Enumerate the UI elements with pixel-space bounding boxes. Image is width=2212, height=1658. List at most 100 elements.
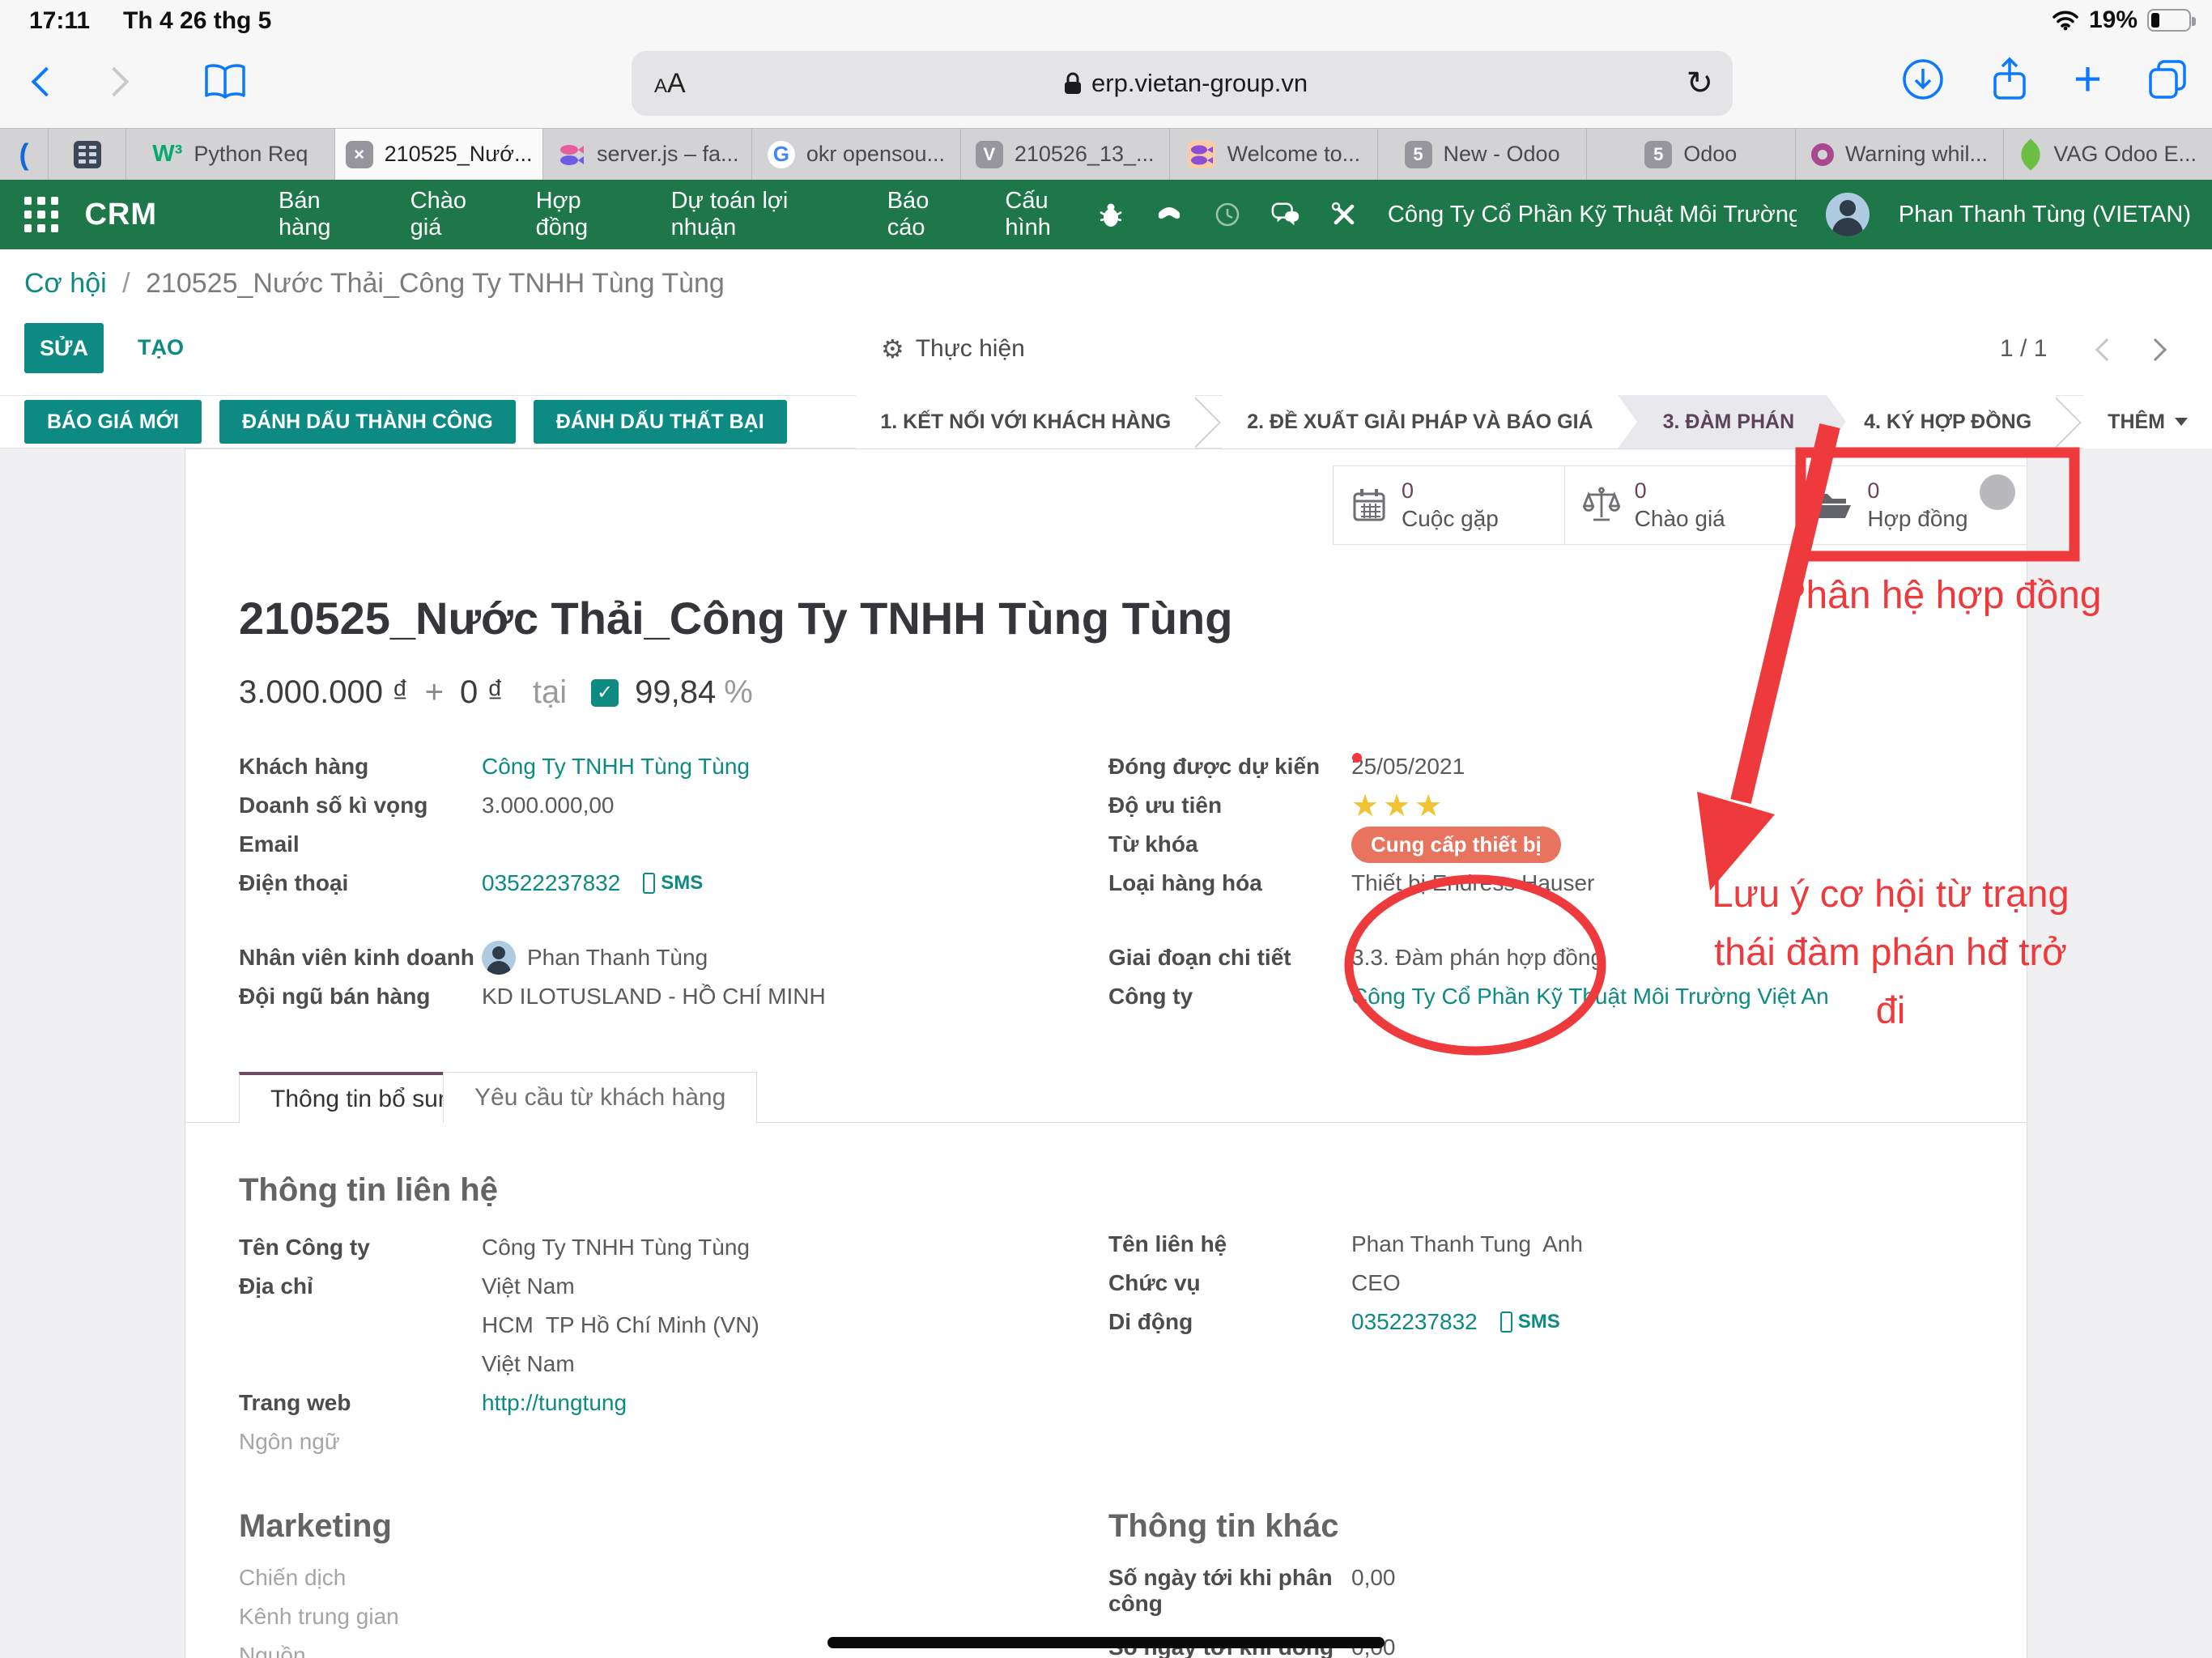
- create-button[interactable]: TẠO: [138, 335, 184, 360]
- tag-pill: Cung cấp thiết bị: [1351, 826, 1561, 863]
- pager-next-icon[interactable]: [2143, 338, 2167, 362]
- tab-overview-icon[interactable]: [2146, 57, 2189, 101]
- menu-hop-dong[interactable]: Hợp đồng: [536, 188, 636, 241]
- field-company-name: Tên Công ty Công Ty TNHH Tùng Tùng: [239, 1228, 1089, 1267]
- tab-label: Odoo: [1683, 142, 1738, 166]
- odoo-navbar: CRM Bán hàng Chào giá Hợp đồng Dự toán l…: [0, 180, 2212, 249]
- phone-icon[interactable]: [1155, 200, 1184, 229]
- breadcrumb-parent-link[interactable]: Cơ hội: [24, 268, 107, 299]
- sms-button[interactable]: SMS: [1499, 1311, 1560, 1333]
- annotation-note-line: Lưu ý cơ hội từ trạng: [1712, 872, 2069, 915]
- browser-tab-serverjs[interactable]: server.js – fa...: [543, 129, 753, 180]
- browser-tab-odoo[interactable]: 5 Odoo: [1587, 129, 1796, 180]
- menu-chao-gia[interactable]: Chào giá: [410, 188, 500, 241]
- forward-button[interactable]: [99, 66, 130, 97]
- customer-link[interactable]: Công Ty TNHH Tùng Tùng: [482, 754, 750, 780]
- mark-lost-button[interactable]: ĐÁNH DẤU THẤT BẠI: [533, 400, 787, 444]
- home-indicator[interactable]: [827, 1637, 1385, 1648]
- bookmarks-icon[interactable]: [202, 62, 248, 104]
- stage-proposal[interactable]: 2. ĐỀ XUẤT GIẢI PHÁP VÀ BÁO GIÁ: [1223, 395, 1618, 449]
- field-label: Ngôn ngữ: [239, 1429, 340, 1454]
- percent-sign: %: [724, 674, 753, 710]
- tab-label: New - Odoo: [1443, 142, 1560, 166]
- browser-tab-vag[interactable]: VAG Odoo E...: [2004, 129, 2212, 180]
- menu-du-toan[interactable]: Dự toán lợi nhuận: [671, 188, 852, 241]
- new-quote-button[interactable]: BÁO GIÁ MỚI: [24, 400, 202, 444]
- probability-check-icon[interactable]: ✓: [591, 678, 619, 707]
- breadcrumb: Cơ hội / 210525_Nước Thải_Công Ty TNHH T…: [24, 268, 725, 300]
- kanban-state-dot[interactable]: [1980, 474, 2016, 510]
- menu-ban-hang[interactable]: Bán hàng: [279, 188, 375, 241]
- user-menu[interactable]: Phan Thanh Tùng (VIETAN): [1899, 202, 2191, 228]
- probability-value: 99,84: [635, 674, 717, 710]
- contracts-smart-button[interactable]: 0 Hợp đồng: [1795, 466, 2027, 544]
- ipad-screen: 17:11 Th 4 26 thg 5 19% AA erp.vietan-gr…: [0, 0, 2212, 1658]
- close-icon[interactable]: ×: [345, 140, 373, 168]
- tools-icon[interactable]: [1329, 200, 1359, 229]
- field-expected-closing: Đóng được dự kiến 25/05/2021: [1108, 747, 1999, 786]
- apps-menu-icon[interactable]: [24, 197, 59, 232]
- app-name[interactable]: CRM: [84, 198, 157, 232]
- marketing-section-heading: Marketing: [239, 1508, 392, 1544]
- bug-icon[interactable]: [1096, 200, 1125, 229]
- back-button[interactable]: [31, 66, 62, 97]
- browser-tab-partial[interactable]: (: [0, 129, 49, 180]
- smart-button-row: 0 Cuộc gặp 0 Chào giá 0 Hợp đồng: [1333, 466, 2027, 545]
- stage-more-dropdown[interactable]: THÊM: [2083, 395, 2212, 449]
- mark-won-button[interactable]: ĐÁNH DẤU THÀNH CÔNG: [219, 400, 516, 444]
- activity-clock-icon[interactable]: [1213, 200, 1242, 229]
- stage-separator-icon: [1195, 395, 1223, 449]
- company-switcher[interactable]: Công Ty Cổ Phần Kỹ Thuật Môi Trường Vi..…: [1388, 202, 1797, 228]
- field-address-line2: HCM TP Hồ Chí Minh (VN): [239, 1306, 1089, 1345]
- tab-label: Python Req: [194, 142, 308, 166]
- field-label: Di động: [1108, 1309, 1193, 1334]
- browser-tab-warning[interactable]: Warning whil...: [1796, 129, 2005, 180]
- reload-button[interactable]: ↻: [1686, 65, 1713, 102]
- detail-stage-value: 3.3. Đàm phán hợp đồng: [1351, 945, 1604, 970]
- field-value: 3.000.000,00: [482, 793, 615, 818]
- field-label: Từ khóa: [1108, 831, 1198, 857]
- text-size-button[interactable]: AA: [654, 68, 686, 100]
- browser-tab-icon-only[interactable]: [49, 129, 126, 180]
- quotations-smart-button[interactable]: 0 Chào giá: [1563, 466, 1796, 544]
- mobile-link[interactable]: 0352237832: [1351, 1309, 1478, 1335]
- stage-negotiation-active[interactable]: 3. ĐÀM PHÁN: [1617, 395, 1846, 449]
- action-menu[interactable]: ⚙ Thực hiện: [881, 334, 1025, 364]
- sms-button[interactable]: SMS: [643, 872, 703, 895]
- field-campaign: Chiến dịch: [239, 1558, 1089, 1597]
- new-tab-button[interactable]: +: [2074, 55, 2102, 104]
- browser-tab-active-crm[interactable]: × 210525_Nướ...: [334, 129, 544, 180]
- avatar[interactable]: [1825, 193, 1870, 236]
- w3schools-icon: W³: [152, 141, 183, 167]
- menu-cau-hinh[interactable]: Cấu hình: [1005, 188, 1095, 241]
- mobile-phone-icon: [643, 873, 656, 894]
- stage-connect[interactable]: 1. KẾT NỐI VỚI KHÁCH HÀNG: [856, 395, 1196, 449]
- browser-tab-210526[interactable]: V 210526_13_...: [961, 129, 1170, 180]
- field-label: Đóng được dự kiến: [1108, 754, 1321, 779]
- pager-previous-icon[interactable]: [2095, 338, 2119, 362]
- ring-icon: [1810, 142, 1834, 166]
- browser-tab-new-odoo[interactable]: 5 New - Odoo: [1378, 129, 1587, 180]
- phone-link[interactable]: 03522237832: [482, 870, 620, 896]
- form-statusbar: BÁO GIÁ MỚI ĐÁNH DẤU THÀNH CÔNG ĐÁNH DẤU…: [0, 395, 2212, 449]
- menu-bao-cao[interactable]: Báo cáo: [887, 188, 970, 241]
- tab-label: 210526_13_...: [1014, 142, 1155, 166]
- tab-customer-request[interactable]: Yêu cầu từ khách hàng: [443, 1072, 758, 1123]
- downloads-icon[interactable]: [1900, 57, 1946, 102]
- edit-button[interactable]: SỬA: [24, 323, 104, 373]
- smart-button-label: Hợp đồng: [1867, 506, 1968, 532]
- messages-icon[interactable]: [1271, 200, 1300, 229]
- meetings-smart-button[interactable]: 0 Cuộc gặp: [1334, 466, 1564, 544]
- browser-tab-python[interactable]: W³ Python Req: [126, 129, 335, 180]
- share-icon[interactable]: [1989, 56, 2030, 103]
- address-bar[interactable]: AA erp.vietan-group.vn ↻: [632, 51, 1733, 116]
- field-value: Phan Thanh Tùng: [527, 945, 708, 970]
- browser-tab-okr[interactable]: G okr opensou...: [752, 129, 961, 180]
- clock-time: 17:11: [29, 7, 91, 34]
- website-link[interactable]: http://tungtung: [482, 1390, 627, 1416]
- browser-tab-welcome[interactable]: Welcome to...: [1170, 129, 1379, 180]
- priority-stars[interactable]: ★★★: [1351, 788, 1446, 824]
- stage-sign-contract[interactable]: 4. KÝ HỢP ĐỒNG: [1827, 395, 2057, 449]
- smart-button-count: 0: [1402, 478, 1414, 503]
- field-label: Chiến dịch: [239, 1565, 347, 1590]
